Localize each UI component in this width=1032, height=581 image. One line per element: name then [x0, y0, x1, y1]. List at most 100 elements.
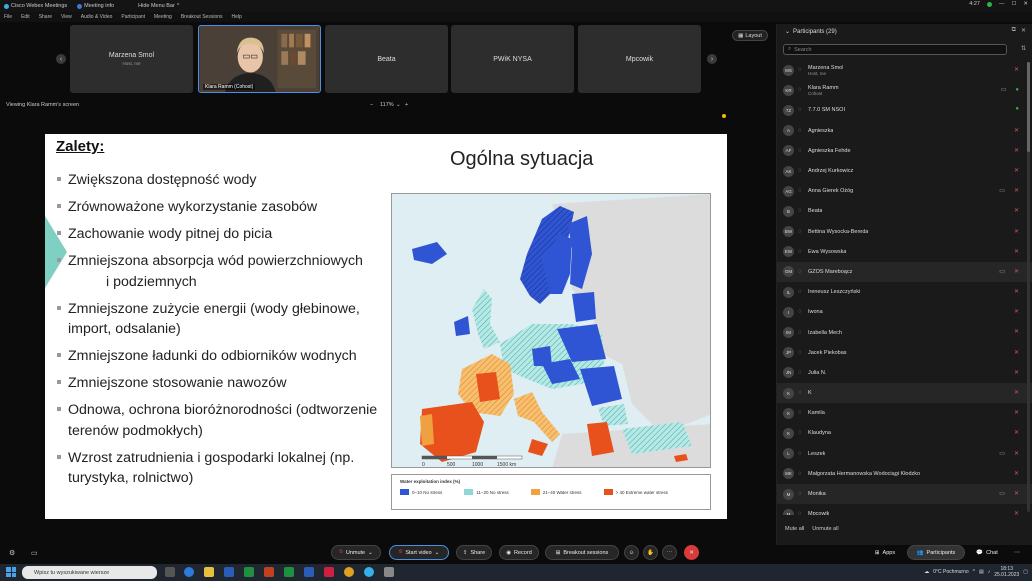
muted-mic-icon[interactable]: ✕ [1014, 167, 1019, 174]
muted-mic-icon[interactable]: ✕ [1014, 268, 1019, 275]
muted-mic-icon[interactable]: ✕ [1014, 470, 1019, 477]
unmute-all-button[interactable]: Unmute all [812, 526, 838, 532]
record-button[interactable]: ◉ Record [499, 545, 539, 560]
participant-row[interactable]: M ◌ Monika ▭ ✕ [777, 483, 1032, 505]
menu-participant[interactable]: Participant [121, 14, 145, 20]
hide-menu-bar-button[interactable]: Hide Menu Bar ^ [138, 3, 179, 9]
participants-button[interactable]: 👥 Participants [907, 545, 965, 560]
muted-mic-icon[interactable]: ✕ [1014, 389, 1019, 396]
participant-scrollbar[interactable] [1027, 62, 1030, 512]
share-button[interactable]: ⇪ Share [456, 545, 492, 560]
video-strip-next-button[interactable]: › [707, 54, 717, 64]
meeting-info-button[interactable]: Meeting info [77, 3, 114, 9]
leave-meeting-button[interactable]: ✕ [684, 545, 699, 560]
video-tile[interactable]: Marzena Smol Host, me [70, 25, 193, 93]
zoom-in-button[interactable]: + [405, 102, 408, 108]
muted-mic-icon[interactable]: ✕ [1014, 510, 1019, 515]
participant-row[interactable]: KR ◌ Klara Ramm Cohost ▭ ● [777, 80, 1032, 100]
participant-row[interactable]: BW ◌ Bettina Wysocka-Bereda ✕ [777, 222, 1032, 242]
scrollbar-thumb[interactable] [1027, 62, 1030, 152]
zoom-out-button[interactable]: − [370, 102, 373, 108]
participant-row[interactable]: IL ◌ Ireneusz Leszczyński ✕ [777, 282, 1032, 302]
powerpoint-icon[interactable] [264, 567, 274, 577]
muted-mic-icon[interactable]: ✕ [1014, 187, 1019, 194]
more-panels-icon[interactable]: ⋯ [1014, 549, 1020, 556]
maximize-icon[interactable]: ☐ [1011, 1, 1016, 7]
participant-row[interactable]: GM ◌ GZOŚ Mareboącz ▭ ✕ [777, 261, 1032, 283]
participant-search-input[interactable]: ⌕ Search [783, 44, 1007, 55]
unmuted-mic-icon[interactable]: ● [1015, 87, 1019, 93]
participants-header[interactable]: ⌄ Participants (29) [785, 28, 837, 36]
start-video-button[interactable]: ⦸ Start video ⌄ [389, 545, 449, 560]
unmuted-mic-icon[interactable]: ● [1015, 106, 1019, 112]
muted-mic-icon[interactable]: ✕ [1014, 288, 1019, 295]
excel-icon[interactable] [244, 567, 254, 577]
participant-row[interactable]: L ◌ Leszek ▭ ✕ [777, 444, 1032, 464]
muted-mic-icon[interactable]: ✕ [1014, 409, 1019, 416]
video-tile[interactable]: Mpcowik [578, 25, 701, 93]
close-icon[interactable]: ✕ [1023, 1, 1028, 7]
menu-help[interactable]: Help [232, 14, 242, 20]
participant-row[interactable]: K ◌ K ✕ [777, 383, 1032, 404]
taskbar-search-input[interactable]: Wpisz tu wyszukiwane wiersze [22, 566, 157, 579]
muted-mic-icon[interactable]: ✕ [1014, 228, 1019, 235]
clock[interactable]: 18:13 25.01.2023 [994, 566, 1019, 578]
volume-icon[interactable]: ♪ [988, 569, 991, 575]
network-icon[interactable]: ▤ [979, 569, 984, 575]
breakout-sessions-button[interactable]: ⊞ Breakout sessions [545, 545, 619, 560]
excel-icon-2[interactable] [284, 567, 294, 577]
muted-mic-icon[interactable]: ✕ [1014, 308, 1019, 315]
participant-row[interactable]: EW ◌ Ewa Wysowska ✕ [777, 242, 1032, 262]
edge-icon[interactable] [184, 567, 194, 577]
muted-mic-icon[interactable]: ✕ [1014, 207, 1019, 214]
word-icon[interactable] [224, 567, 234, 577]
more-options-button[interactable]: ⋯ [662, 545, 677, 560]
captions-icon[interactable]: ▭ [31, 549, 38, 557]
muted-mic-icon[interactable]: ✕ [1014, 147, 1019, 154]
muted-mic-icon[interactable]: ✕ [1014, 429, 1019, 436]
muted-mic-icon[interactable]: ✕ [1014, 248, 1019, 255]
menu-file[interactable]: File [4, 14, 12, 20]
participant-row[interactable]: AG ◌ Anna Gierek Ożóg ▭ ✕ [777, 181, 1032, 201]
zoom-dropdown-icon[interactable]: ⌄ [396, 102, 401, 108]
webex-taskbar-icon[interactable] [364, 567, 374, 577]
windows-start-icon[interactable] [6, 567, 16, 577]
participant-row[interactable]: IM ◌ Izabella Mech ✕ [777, 322, 1032, 342]
app-icon[interactable] [324, 567, 334, 577]
tray-chevron-icon[interactable]: ^ [973, 569, 975, 575]
participant-row[interactable]: MK ◌ Małgorzata Hermanowska Wodociągi Kłod… [777, 464, 1032, 484]
video-tile[interactable]: PWiK NYSA [451, 25, 574, 93]
reactions-button[interactable]: ☺ [624, 545, 639, 560]
chrome-icon[interactable] [344, 567, 354, 577]
more-options-button-a[interactable]: ✋ [643, 545, 658, 560]
gear-icon[interactable]: ⚙ [9, 549, 15, 557]
file-explorer-icon[interactable] [204, 567, 214, 577]
participant-row[interactable]: 7Z ◌ 7.7.0 SM NSOI ● [777, 100, 1032, 120]
menu-meeting[interactable]: Meeting [154, 14, 172, 20]
participant-row[interactable]: K ◌ Klaudyna ✕ [777, 423, 1032, 443]
menu-edit[interactable]: Edit [21, 14, 30, 20]
muted-mic-icon[interactable]: ✕ [1014, 328, 1019, 335]
participant-row[interactable]: AF ◌ Agnieszka Fehde ✕ [777, 141, 1032, 161]
layout-button[interactable]: ▦ Layout [732, 30, 768, 41]
task-view-icon[interactable] [165, 567, 175, 577]
video-tile[interactable]: Beata [325, 25, 448, 93]
muted-mic-icon[interactable]: ✕ [1014, 369, 1019, 376]
muted-mic-icon[interactable]: ✕ [1014, 127, 1019, 134]
mute-all-button[interactable]: Mute all [785, 526, 804, 532]
sort-icon[interactable]: ⇅ [1021, 45, 1026, 52]
participant-row[interactable]: M ◌ Mpcowik ✕ [777, 504, 1032, 515]
muted-mic-icon[interactable]: ✕ [1014, 490, 1019, 497]
menu-breakout-sessions[interactable]: Breakout Sessions [181, 14, 223, 20]
popout-icon[interactable]: ⧉ [1012, 27, 1016, 34]
unmute-button[interactable]: ⦸ Unmute ⌄ [331, 545, 381, 560]
chat-button[interactable]: 💬 Chat [970, 545, 1004, 560]
app-icon-2[interactable] [384, 567, 394, 577]
apps-button[interactable]: ⊞ Apps [867, 545, 903, 560]
menu-share[interactable]: Share [39, 14, 52, 20]
muted-mic-icon[interactable]: ✕ [1014, 66, 1019, 73]
participant-row[interactable]: JN ◌ Julia N. ✕ [777, 363, 1032, 383]
participant-row[interactable]: B ◌ Beata ✕ [777, 201, 1032, 221]
minimize-icon[interactable]: — [999, 1, 1005, 7]
participant-row[interactable]: MS ◌ Marzena Smol Host, me ✕ [777, 60, 1032, 80]
